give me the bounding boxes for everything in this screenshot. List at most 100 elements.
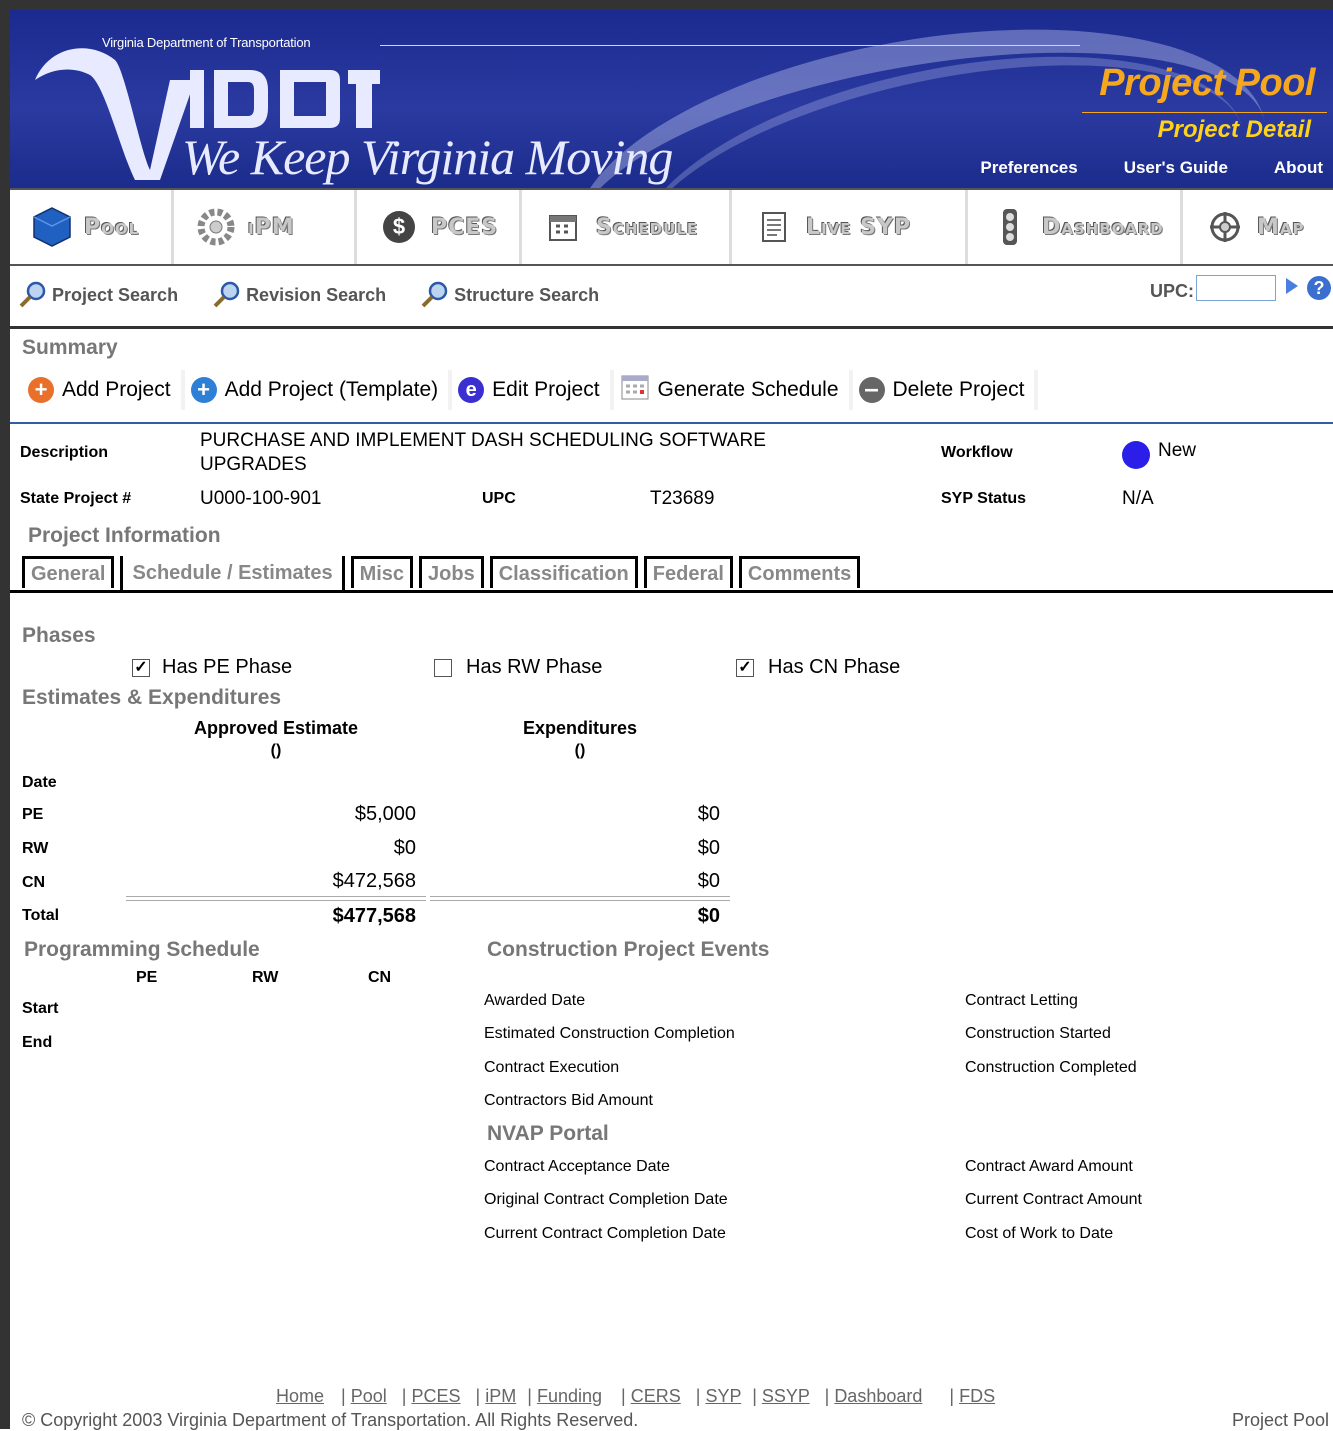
app-tab-schedule[interactable]: Schedule [522, 190, 732, 264]
edit-project-button[interactable]: e Edit Project [452, 370, 610, 410]
tab-federal[interactable]: Federal [643, 556, 733, 588]
cost-of-work-label: Cost of Work to Date [965, 1225, 1114, 1242]
workflow-label: Workflow [941, 444, 1013, 461]
rw-estimate: $0 [393, 837, 416, 859]
footer-link-pool[interactable]: Pool [351, 1386, 387, 1406]
footer-link-cers[interactable]: CERS [631, 1386, 681, 1406]
pe-expenditure: $0 [697, 803, 720, 825]
dollar-icon: $ [377, 205, 421, 249]
row-label-cn: CN [22, 874, 46, 891]
expenditures-unit: () [574, 742, 586, 759]
current-contract-amount-label: Current Contract Amount [965, 1191, 1142, 1208]
minus-icon: – [858, 375, 885, 403]
contract-execution-label: Contract Execution [484, 1059, 620, 1076]
page-title: Project Detail [1157, 116, 1311, 143]
footer-link-dashboard[interactable]: Dashboard [834, 1386, 922, 1406]
has-rw-phase-checkbox[interactable] [434, 659, 452, 677]
calendar-icon [620, 373, 650, 407]
footer-link-funding[interactable]: Funding [537, 1386, 602, 1406]
add-project-template-button[interactable]: + Add Project (Template) [184, 370, 449, 410]
app-tab-live-syp[interactable]: Live SYP [732, 190, 968, 264]
total-rule [126, 896, 426, 901]
help-icon[interactable]: ? [1307, 276, 1331, 300]
footer-link-fds[interactable]: FDS [959, 1386, 995, 1406]
add-project-label: Add Project [62, 378, 171, 401]
app-tab-pces[interactable]: $ PCES [357, 190, 522, 264]
footer-link-home[interactable]: Home [276, 1386, 324, 1406]
app-tab-pool[interactable]: Pool [10, 190, 174, 264]
magnifier-icon [213, 281, 240, 308]
upc-value: T23689 [650, 488, 715, 509]
summary-divider [10, 422, 1333, 424]
generate-schedule-label: Generate Schedule [657, 378, 839, 401]
construction-completed-label: Construction Completed [965, 1059, 1137, 1076]
tab-general[interactable]: General [22, 556, 115, 588]
summary-heading: Summary [22, 336, 118, 359]
magnifier-icon [19, 281, 46, 308]
header-rule [380, 45, 1080, 46]
app-label: PCES [431, 214, 499, 240]
header-banner: Virginia Department of Transportation We… [10, 10, 1333, 188]
go-arrow-icon[interactable] [1286, 278, 1298, 294]
project-search-link[interactable]: Project Search [18, 280, 178, 310]
approved-estimate-unit: () [270, 742, 282, 759]
nvap-portal-heading: NVAP Portal [487, 1122, 609, 1145]
footer-link-ipm[interactable]: iPM [485, 1386, 516, 1406]
project-info-heading: Project Information [28, 524, 221, 547]
programming-schedule-heading: Programming Schedule [24, 938, 260, 961]
description-label: Description [20, 444, 109, 461]
contractors-bid-amount-label: Contractors Bid Amount [484, 1092, 653, 1109]
syp-status-label: SYP Status [941, 490, 1027, 507]
tab-jobs[interactable]: Jobs [419, 556, 484, 588]
app-label: Live SYP [806, 214, 912, 240]
prog-row-end: End [22, 1034, 53, 1051]
app-tab-map[interactable]: Map [1183, 190, 1333, 264]
generate-schedule-button[interactable]: Generate Schedule [613, 370, 849, 410]
footer-link-syp[interactable]: SYP [705, 1386, 741, 1406]
copyright-text: © Copyright 2003 Virginia Department of … [22, 1410, 639, 1430]
revision-search-link[interactable]: Revision Search [212, 280, 386, 310]
slogan: We Keep Virginia Moving [182, 129, 673, 185]
footer-nav: Home | Pool | PCES | iPM | Funding | CER… [276, 1386, 996, 1406]
has-pe-phase-checkbox[interactable]: ✓ [132, 659, 150, 677]
app-label: Schedule [596, 214, 699, 240]
tab-classification[interactable]: Classification [489, 556, 638, 588]
compass-icon [1203, 205, 1247, 249]
edit-project-label: Edit Project [492, 378, 600, 401]
about-link[interactable]: About [1274, 158, 1323, 178]
workflow-value: New [1158, 440, 1197, 461]
has-cn-phase-checkbox[interactable]: ✓ [736, 659, 754, 677]
users-guide-link[interactable]: User's Guide [1124, 158, 1228, 178]
magnifier-icon [421, 281, 448, 308]
has-cn-phase-label: Has CN Phase [768, 656, 901, 678]
app-label: Pool [84, 214, 140, 240]
divider [10, 326, 1333, 329]
traffic-light-icon [988, 205, 1032, 249]
structure-search-link[interactable]: Structure Search [420, 280, 599, 310]
delete-project-button[interactable]: – Delete Project [852, 370, 1035, 410]
app-label: iPM [248, 214, 295, 240]
cn-expenditure: $0 [697, 870, 720, 892]
plus-icon: + [28, 377, 54, 403]
document-icon [752, 205, 796, 249]
footer-link-ssyp[interactable]: SSYP [762, 1386, 810, 1406]
vdot-logo-icon [35, 48, 195, 180]
prog-col-pe: PE [136, 969, 158, 986]
search-bar: Project Search Revision Search Structure… [10, 264, 1333, 326]
row-label-date: Date [22, 774, 57, 791]
app-tab-dashboard[interactable]: Dashboard [968, 190, 1183, 264]
has-rw-phase-label: Has RW Phase [466, 656, 603, 678]
plus-icon: + [190, 377, 217, 403]
add-project-button[interactable]: + Add Project [22, 370, 181, 410]
total-estimate: $477,568 [332, 905, 416, 927]
tab-comments[interactable]: Comments [738, 556, 861, 588]
tab-misc[interactable]: Misc [350, 556, 414, 588]
footer-link-pces[interactable]: PCES [411, 1386, 460, 1406]
upc-search-input[interactable] [1196, 275, 1276, 301]
app-tab-ipm[interactable]: iPM [174, 190, 357, 264]
footer-app-name: Project Pool [1231, 1410, 1329, 1430]
contract-acceptance-date-label: Contract Acceptance Date [484, 1158, 670, 1175]
preferences-link[interactable]: Preferences [980, 158, 1077, 178]
tab-schedule-estimates[interactable]: Schedule / Estimates [120, 556, 345, 592]
description-line-1: PURCHASE AND IMPLEMENT DASH SCHEDULING S… [200, 430, 766, 451]
